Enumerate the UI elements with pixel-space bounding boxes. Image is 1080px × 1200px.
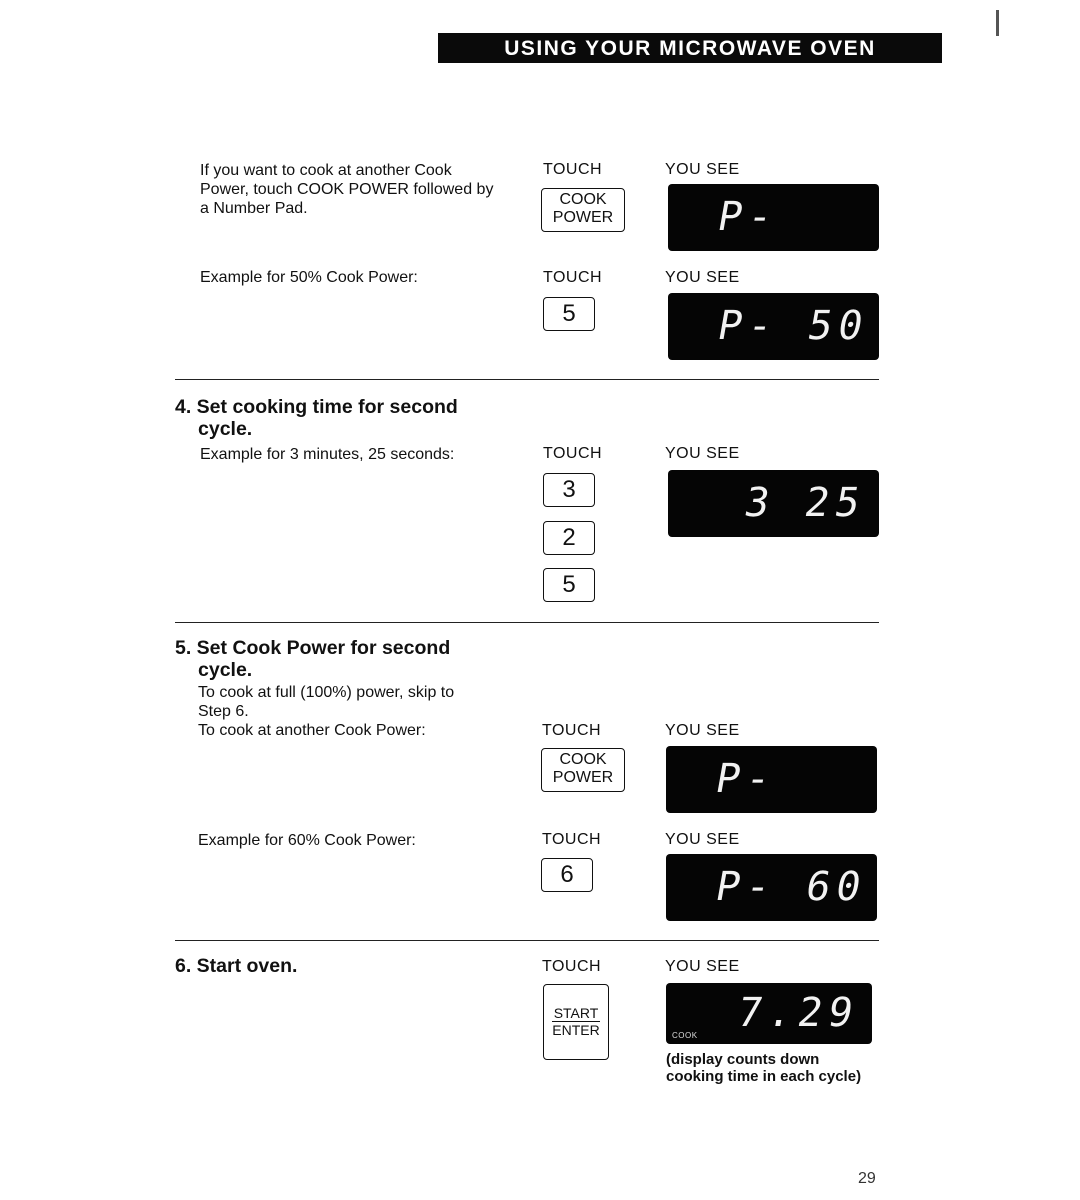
key-label: COOK <box>559 191 607 208</box>
touch-label: TOUCH <box>542 831 602 848</box>
you-see-label: YOU SEE <box>665 958 740 975</box>
cook-power-button[interactable]: COOK POWER <box>541 748 625 792</box>
example-50-text: Example for 50% Cook Power: <box>200 269 418 286</box>
intro-text: If you want to cook at another Cook Powe… <box>200 161 493 218</box>
you-see-label: YOU SEE <box>665 161 740 178</box>
start-enter-button[interactable]: START ENTER <box>543 984 609 1060</box>
cook-power-button[interactable]: COOK POWER <box>541 188 625 232</box>
touch-label: TOUCH <box>543 445 603 462</box>
intro-line: If you want to cook at another Cook <box>200 162 452 179</box>
key-label: ENTER <box>552 1022 600 1038</box>
divider <box>175 940 879 941</box>
oven-display: P- <box>668 184 879 251</box>
number-pad-2[interactable]: 2 <box>543 521 595 555</box>
page-edge-mark <box>996 10 999 36</box>
display-readout: P- 60 <box>711 863 871 910</box>
heading-line: cycle. <box>198 418 253 440</box>
touch-label: TOUCH <box>543 269 603 286</box>
intro-line: Power, touch COOK POWER followed by <box>200 181 494 198</box>
oven-display: 7.29 COOK <box>666 983 872 1044</box>
divider <box>175 379 879 380</box>
you-see-label: YOU SEE <box>665 269 740 286</box>
touch-label: TOUCH <box>542 722 602 739</box>
step-5-text: To cook at full (100%) power, skip to St… <box>198 683 454 740</box>
intro-line: a Number Pad. <box>200 200 308 217</box>
number-pad-5[interactable]: 5 <box>543 297 595 331</box>
touch-label: TOUCH <box>543 161 603 178</box>
display-readout: P- <box>711 755 781 802</box>
text-line: To cook at full (100%) power, skip to <box>198 684 455 701</box>
display-readout: 7.29 <box>733 989 863 1036</box>
key-label: COOK <box>559 751 607 768</box>
page-number: 29 <box>858 1170 876 1187</box>
display-readout: P- 50 <box>713 302 873 349</box>
divider <box>175 622 879 623</box>
text-line: To cook at another Cook Power: <box>198 722 426 739</box>
oven-display: P- 60 <box>666 854 877 921</box>
key-label: POWER <box>552 209 614 226</box>
heading-line: 5. Set Cook Power for second <box>175 637 451 659</box>
cook-indicator: COOK <box>672 1031 698 1040</box>
text-line: Step 6. <box>198 703 249 720</box>
step-4-text: Example for 3 minutes, 25 seconds: <box>200 446 455 463</box>
note-line: (display counts down <box>666 1051 820 1068</box>
example-60-text: Example for 60% Cook Power: <box>198 832 416 849</box>
key-label: POWER <box>552 769 614 786</box>
touch-label: TOUCH <box>542 958 602 975</box>
key-label: START <box>551 1005 601 1022</box>
display-note: (display counts down cooking time in eac… <box>666 1051 861 1085</box>
step-4-heading: 4. Set cooking time for second cycle. <box>175 396 458 440</box>
heading-line: cycle. <box>198 659 253 681</box>
oven-display: P- 50 <box>668 293 879 360</box>
heading-line: 4. Set cooking time for second <box>175 396 458 418</box>
step-6-heading: 6. Start oven. <box>175 955 298 977</box>
number-pad-6[interactable]: 6 <box>541 858 593 892</box>
section-banner: USING YOUR MICROWAVE OVEN <box>438 33 942 63</box>
you-see-label: YOU SEE <box>665 445 740 462</box>
number-pad-3[interactable]: 3 <box>543 473 595 507</box>
oven-display: P- <box>666 746 877 813</box>
display-readout: P- <box>713 193 783 240</box>
note-line: cooking time in each cycle) <box>666 1068 862 1085</box>
number-pad-5[interactable]: 5 <box>543 568 595 602</box>
you-see-label: YOU SEE <box>665 831 740 848</box>
oven-display: 3 25 <box>668 470 879 537</box>
display-readout: 3 25 <box>740 479 870 526</box>
you-see-label: YOU SEE <box>665 722 740 739</box>
step-5-heading: 5. Set Cook Power for second cycle. <box>175 637 450 681</box>
